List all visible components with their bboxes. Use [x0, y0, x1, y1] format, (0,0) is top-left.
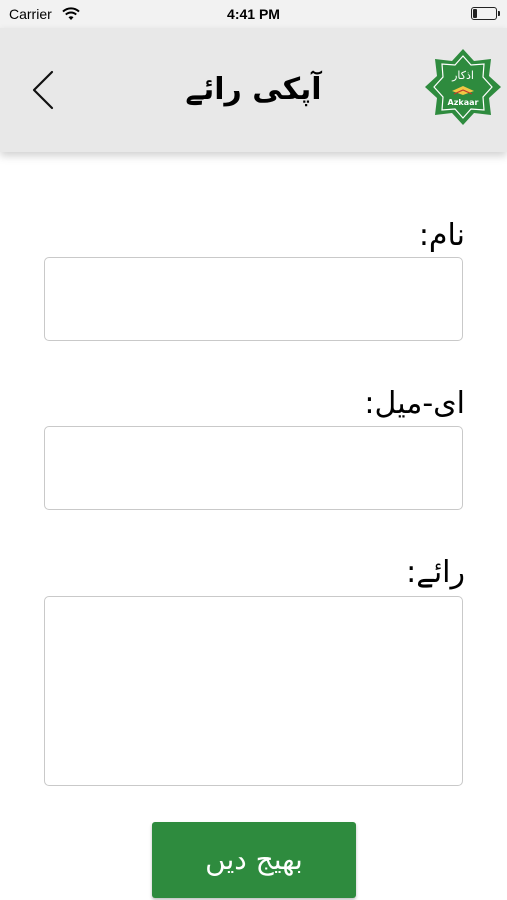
email-label: ای-میل:	[364, 386, 465, 421]
logo-arabic-text: اذکار	[451, 69, 474, 82]
name-label: نام:	[418, 218, 465, 253]
send-button[interactable]: بھیج دیں	[152, 822, 356, 898]
logo-english-text: Azkaar	[448, 98, 479, 107]
battery-icon	[471, 7, 500, 20]
feedback-textarea[interactable]	[44, 596, 463, 786]
status-time: 4:41 PM	[227, 6, 280, 22]
navigation-bar: آپکی رائے اذکار Azkaar	[0, 28, 507, 152]
status-bar: Carrier 4:41 PM	[0, 0, 507, 28]
app-logo: اذکار Azkaar	[424, 48, 502, 126]
feedback-label: رائے:	[406, 555, 465, 590]
name-field[interactable]	[44, 257, 463, 341]
email-field[interactable]	[44, 426, 463, 510]
